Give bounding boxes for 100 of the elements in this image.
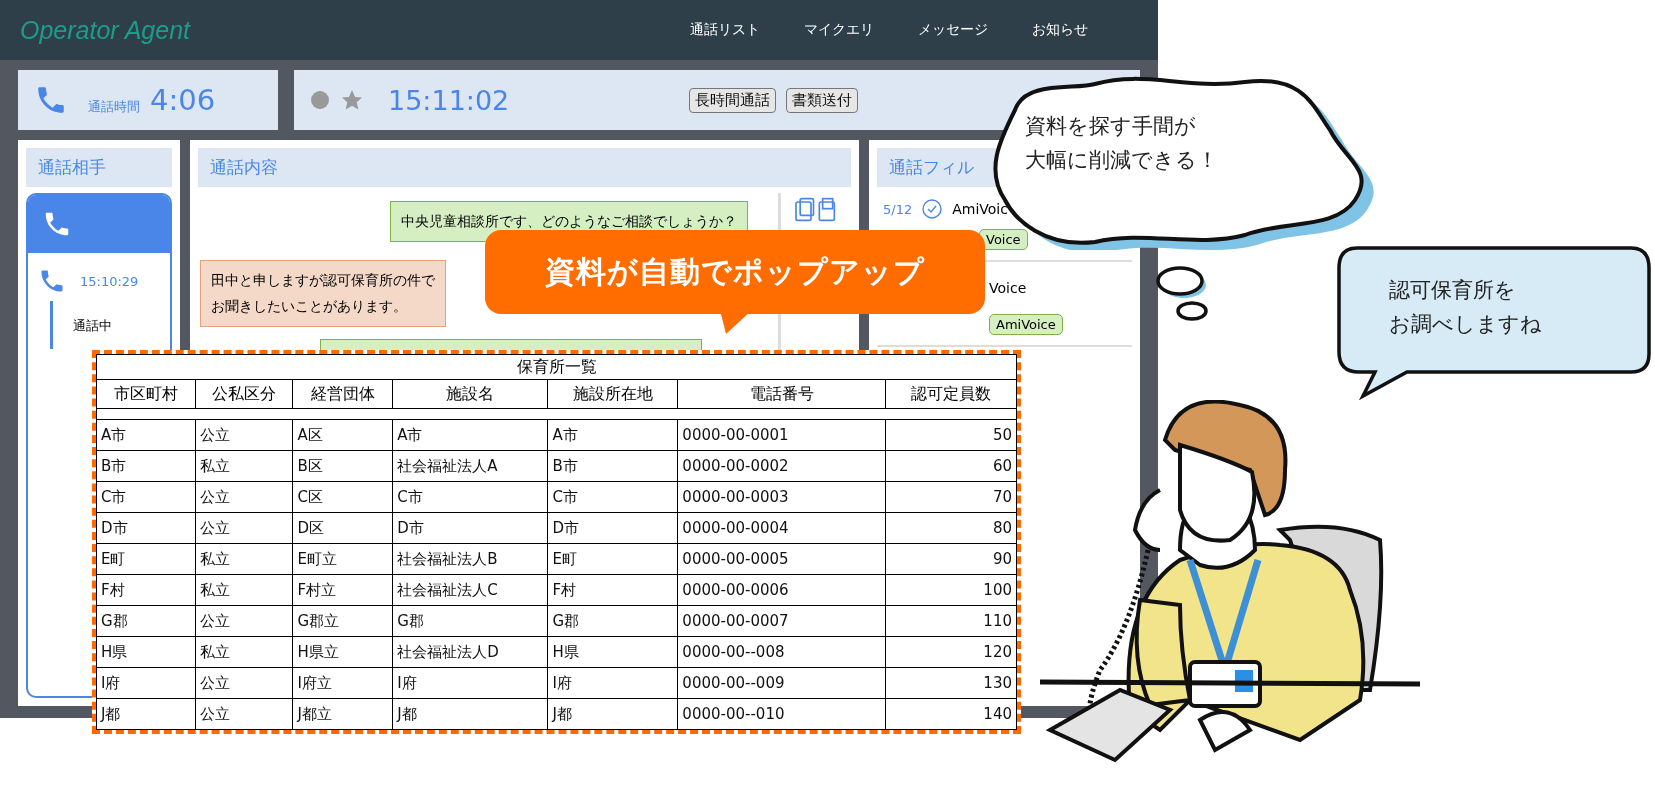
timer-label: 通話時間: [88, 98, 140, 116]
table-cell: 社会福祉法人A: [392, 450, 548, 482]
table-cell: F村: [96, 574, 196, 606]
table-cell: G郡: [547, 605, 678, 637]
nav-link[interactable]: お知らせ: [1032, 21, 1088, 39]
table-cell: 私立: [195, 450, 293, 482]
speech-text: 認可保育所を: [1389, 277, 1517, 304]
table-cell: 公立: [195, 698, 293, 730]
table-cell: 120: [885, 636, 1017, 668]
table-cell: A市: [392, 419, 548, 451]
table-cell: 私立: [195, 543, 293, 575]
filter-tag: AmiVoice: [989, 314, 1063, 335]
filter-name: AmiVoic: [952, 201, 1008, 217]
column-header: 電話番号: [677, 379, 886, 409]
table-cell: C市: [392, 481, 548, 513]
table-cell: C市: [96, 481, 196, 513]
nav-link[interactable]: マイクエリ: [804, 21, 874, 39]
table-cell: 公立: [195, 481, 293, 513]
table-cell: 0000-00-0002: [677, 450, 886, 482]
column-header: 施設名: [392, 379, 548, 409]
app-title: Operator Agent: [20, 15, 192, 45]
speech-text: お調べしますね: [1389, 310, 1542, 338]
table-cell: D市: [96, 512, 196, 544]
table-cell: J都: [547, 698, 678, 730]
table-cell: 公立: [195, 419, 293, 451]
table-cell: I府: [547, 667, 678, 699]
table-cell: 0000-00--008: [677, 636, 886, 668]
clock-time: 15:11:02: [388, 84, 510, 116]
message-bubble: 田中と申しますが認可保育所の件で お聞きしたいことがあります。: [200, 259, 446, 327]
status-tag: 長時間通話: [689, 87, 777, 113]
filter-name: Voice: [989, 280, 1027, 296]
table-cell: I府: [392, 667, 548, 699]
table-cell: E町: [547, 543, 678, 575]
table-cell: E町: [96, 543, 196, 575]
table-cell: G郡: [392, 605, 548, 637]
table-cell: 0000-00-0004: [677, 512, 886, 544]
filter-tag: Voice: [979, 229, 1028, 250]
thought-text: 資料を探す手間が: [1025, 113, 1197, 140]
table-cell: 0000-00--010: [677, 698, 886, 730]
table-cell: D区: [292, 512, 393, 544]
table-cell: B区: [292, 450, 393, 482]
table-cell: 0000-00-0006: [677, 574, 886, 606]
callout-banner: 資料が自動でポップアップ: [485, 230, 985, 314]
table-cell: 0000-00--009: [677, 667, 886, 699]
status-tag: 書類送付: [786, 87, 859, 113]
call-status: 通話中: [73, 317, 112, 335]
table-cell: 90: [885, 543, 1017, 575]
table-cell: I府: [96, 667, 196, 699]
thought-text: 大幅に削減できる！: [1025, 146, 1218, 174]
table-cell: 110: [885, 605, 1017, 637]
column-header: 認可定員数: [885, 379, 1017, 409]
table-cell: 公立: [195, 605, 293, 637]
table-cell: J都: [392, 698, 548, 730]
call-start-time: 15:10:29: [80, 273, 139, 289]
table-cell: 0000-00-0003: [677, 481, 886, 513]
table-cell: B市: [547, 450, 678, 482]
table-cell: C市: [547, 481, 678, 513]
table-cell: H県: [547, 636, 678, 668]
nav-link[interactable]: 通話リスト: [690, 21, 760, 39]
table-cell: F村: [547, 574, 678, 606]
table-cell: G郡: [96, 605, 196, 637]
table-cell: J都立: [292, 698, 393, 730]
table-cell: D市: [392, 512, 548, 544]
column-header: 施設所在地: [547, 379, 678, 409]
table-cell: A区: [292, 419, 393, 451]
table-cell: 130: [885, 667, 1017, 699]
call-duration: 4:06: [150, 83, 216, 117]
table-cell: 0000-00-0007: [677, 605, 886, 637]
table-cell: J都: [96, 698, 196, 730]
table-cell: 公立: [195, 667, 293, 699]
filter-date: 5/12: [883, 201, 913, 217]
table-cell: F村立: [292, 574, 393, 606]
table-cell: C区: [292, 481, 393, 513]
table-cell: D市: [547, 512, 678, 544]
table-cell: 私立: [195, 636, 293, 668]
table-cell: H県: [96, 636, 196, 668]
table-cell: 80: [885, 512, 1017, 544]
table-cell: 0000-00-0001: [677, 419, 886, 451]
table-cell: 公立: [195, 512, 293, 544]
table-cell: A市: [547, 419, 678, 451]
table-cell: 社会福祉法人C: [392, 574, 548, 606]
table-cell: E町立: [292, 543, 393, 575]
table-cell: 50: [885, 419, 1017, 451]
table-cell: G郡立: [292, 605, 393, 637]
table-cell: H県立: [292, 636, 393, 668]
table-cell: 社会福祉法人B: [392, 543, 548, 575]
table-cell: 100: [885, 574, 1017, 606]
nav-link[interactable]: メッセージ: [918, 21, 988, 39]
panel-title: 通話相手: [26, 148, 172, 187]
column-header: 市区町村: [96, 379, 196, 409]
table-cell: A市: [96, 419, 196, 451]
column-header: 経営団体: [292, 379, 393, 409]
table-cell: 0000-00-0005: [677, 543, 886, 575]
table-cell: 140: [885, 698, 1017, 730]
panel-title: 通話内容: [198, 148, 851, 187]
table-cell: I府立: [292, 667, 393, 699]
column-header: 公私区分: [195, 379, 293, 409]
table-cell: 70: [885, 481, 1017, 513]
table-cell: B市: [96, 450, 196, 482]
table-cell: 60: [885, 450, 1017, 482]
